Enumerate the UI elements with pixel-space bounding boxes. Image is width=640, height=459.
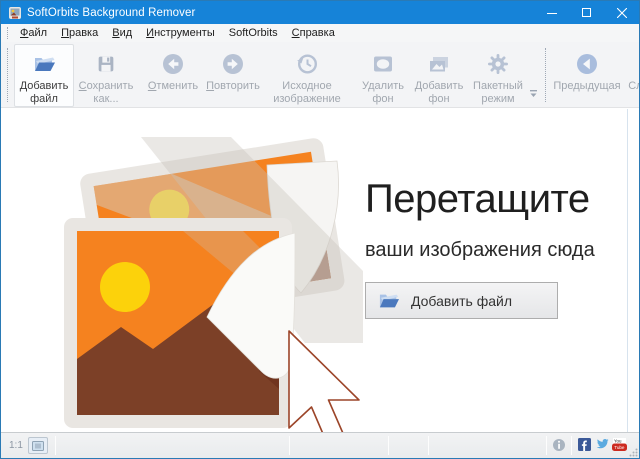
- menu-file[interactable]: Файл: [13, 25, 54, 41]
- cursor-arrow-icon: [289, 331, 359, 442]
- menu-tools[interactable]: Инструменты: [139, 25, 222, 41]
- window-title: SoftOrbits Background Remover: [27, 7, 195, 19]
- fit-screen-icon: [32, 441, 44, 451]
- drop-illustration: [63, 135, 363, 447]
- fit-screen-button[interactable]: [28, 437, 48, 454]
- menubar-grip[interactable]: [7, 27, 9, 39]
- drop-title: Перетащите: [365, 177, 605, 222]
- close-icon: [617, 8, 627, 18]
- batch-mode-button[interactable]: Пакетный режим: [468, 44, 528, 107]
- save-as-button[interactable]: Сохранить как...: [74, 44, 138, 107]
- statusbar-separator: [428, 436, 429, 455]
- redo-icon: [221, 50, 245, 78]
- twitter-icon: [595, 438, 609, 450]
- svg-text:You: You: [614, 438, 622, 443]
- original-image-button[interactable]: Исходное изображение: [264, 44, 350, 107]
- facebook-icon: [578, 438, 591, 451]
- youtube-icon: You Tube: [612, 438, 627, 451]
- toolbar-overflow-button[interactable]: [530, 86, 537, 104]
- undo-icon: [161, 50, 185, 78]
- next-label: Следующая: [628, 80, 640, 93]
- menu-bar: Файл Правка Вид Инструменты SoftOrbits С…: [1, 24, 639, 42]
- redo-button[interactable]: Повторить: [202, 44, 264, 107]
- remove-background-button[interactable]: Удалить фон: [356, 44, 410, 107]
- resize-grip-icon: [629, 448, 638, 457]
- nav-toolbar-grip[interactable]: [545, 48, 547, 102]
- add-background-button[interactable]: Добавить фон: [410, 44, 468, 107]
- panel-edge-line: [627, 109, 628, 432]
- add-file-main-label: Добавить файл: [411, 293, 512, 309]
- zoom-1-1-button[interactable]: 1:1: [9, 440, 23, 451]
- add-background-icon: [427, 50, 451, 78]
- info-button[interactable]: [552, 438, 566, 452]
- info-icon: [552, 438, 566, 452]
- menu-view[interactable]: Вид: [105, 25, 139, 41]
- facebook-button[interactable]: [578, 438, 592, 452]
- previous-label: Предыдущая: [553, 80, 620, 93]
- previous-icon: [575, 50, 599, 78]
- remove-background-icon: [371, 50, 395, 78]
- close-button[interactable]: [604, 1, 639, 24]
- remove-background-label: Удалить фон: [357, 80, 409, 105]
- toolbar-group-history: Отменить Повторить: [142, 44, 352, 107]
- add-background-label: Добавить фон: [411, 80, 467, 105]
- minimize-button[interactable]: [534, 1, 569, 24]
- statusbar-separator: [388, 436, 389, 455]
- app-icon: [8, 6, 22, 20]
- undo-label: Отменить: [148, 80, 198, 93]
- menu-edit[interactable]: Правка: [54, 25, 105, 41]
- previous-button[interactable]: Предыдущая: [551, 44, 623, 107]
- toolbar: Добавить файл Сохранить как...: [1, 42, 639, 108]
- save-icon: [95, 50, 117, 78]
- statusbar-separator: [571, 436, 572, 455]
- toolbar-group-navigation: Предыдущая Следующая: [539, 44, 640, 107]
- menu-softorbits[interactable]: SoftOrbits: [222, 25, 285, 41]
- content-area[interactable]: Перетащите ваши изображения сюда Добавит…: [1, 109, 639, 432]
- original-image-label: Исходное изображение: [265, 80, 349, 105]
- maximize-icon: [582, 8, 591, 17]
- minimize-icon: [547, 8, 557, 18]
- app-window: SoftOrbits Background Remover Файл Правк…: [0, 0, 640, 459]
- drop-subtitle: ваши изображения сюда: [365, 239, 605, 262]
- youtube-button[interactable]: You Tube: [612, 438, 626, 452]
- svg-text:Tube: Tube: [614, 445, 625, 450]
- statusbar-separator: [55, 436, 56, 455]
- twitter-button[interactable]: [595, 438, 609, 452]
- next-button[interactable]: Следующая: [623, 44, 640, 107]
- undo-button[interactable]: Отменить: [144, 44, 202, 107]
- add-file-label: Добавить файл: [15, 80, 73, 105]
- menu-help[interactable]: Справка: [285, 25, 342, 41]
- status-bar: 1:1: [1, 432, 639, 458]
- batch-mode-label: Пакетный режим: [469, 80, 527, 105]
- statusbar-separator: [546, 436, 547, 455]
- statusbar-separator: [289, 436, 290, 455]
- gear-icon: [486, 50, 510, 78]
- toolbar-group-file: Добавить файл Сохранить как...: [12, 44, 140, 107]
- open-folder-icon: [377, 291, 401, 311]
- titlebar[interactable]: SoftOrbits Background Remover: [1, 1, 639, 24]
- redo-label: Повторить: [206, 80, 260, 93]
- save-as-label: Сохранить как...: [75, 80, 137, 105]
- resize-grip[interactable]: [629, 448, 638, 457]
- toolbar-grip[interactable]: [7, 48, 8, 102]
- overflow-icon: [530, 90, 537, 99]
- add-file-button[interactable]: Добавить файл: [14, 44, 74, 107]
- add-file-main-button[interactable]: Добавить файл: [365, 282, 558, 319]
- toolbar-group-background: Удалить фон Добавить фон: [354, 44, 530, 107]
- drop-zone-text: Перетащите ваши изображения сюда Добавит…: [365, 177, 605, 319]
- history-clock-icon: [295, 50, 319, 78]
- maximize-button[interactable]: [569, 1, 604, 24]
- open-folder-icon: [31, 50, 57, 78]
